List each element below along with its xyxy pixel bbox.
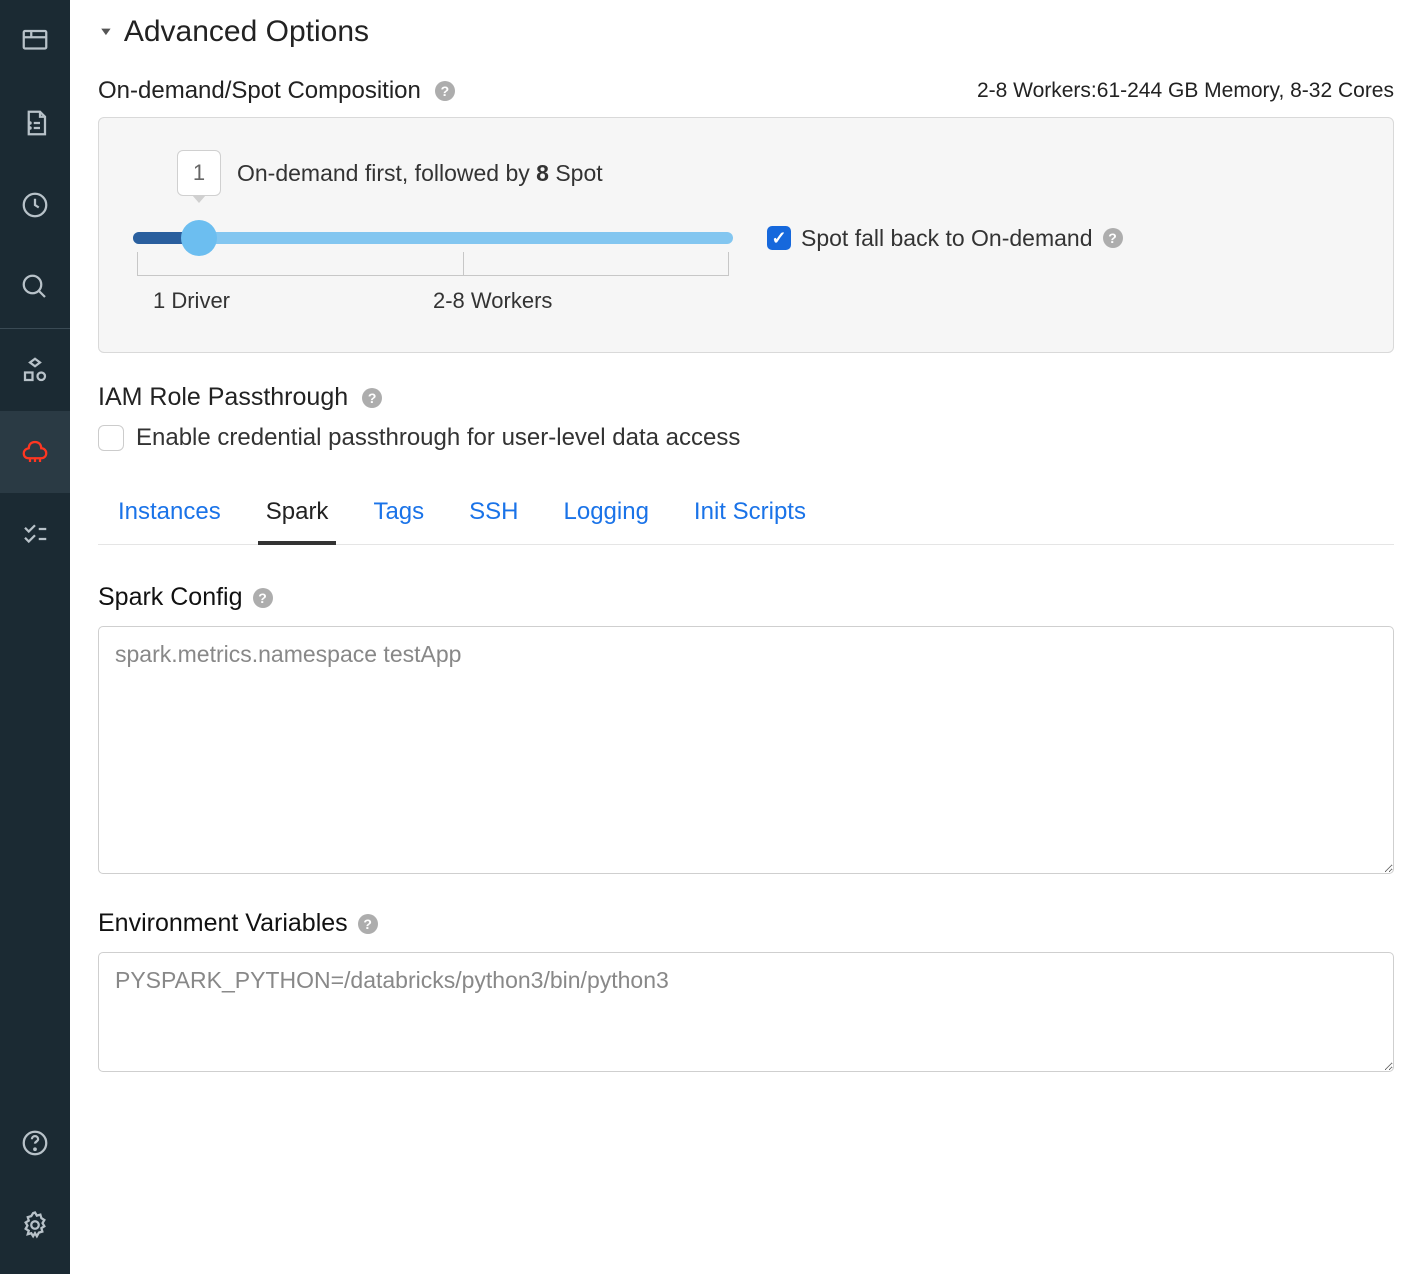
sidebar-item-compute[interactable]	[0, 411, 70, 493]
compute-icon	[20, 437, 50, 467]
sidebar-item-data[interactable]	[0, 82, 70, 164]
help-icon[interactable]: ?	[253, 588, 273, 608]
clock-icon	[20, 190, 50, 220]
spark-config-label: Spark Config	[98, 583, 243, 612]
data-icon	[20, 108, 50, 138]
env-vars-label-row: Environment Variables ?	[98, 909, 1394, 938]
search-icon	[20, 272, 50, 302]
tick-mid	[463, 252, 464, 275]
jobs-icon	[20, 519, 50, 549]
workspace-icon	[20, 26, 50, 56]
slider-thumb[interactable]	[181, 220, 217, 256]
slider-track[interactable]	[133, 230, 733, 246]
help-icon	[20, 1128, 50, 1158]
sidebar	[0, 0, 70, 1274]
sidebar-item-models[interactable]	[0, 329, 70, 411]
help-icon[interactable]: ?	[1103, 228, 1123, 248]
models-icon	[20, 355, 50, 385]
caption-text: On-demand first, followed by 8 Spot	[237, 160, 603, 187]
env-vars-label: Environment Variables	[98, 909, 348, 938]
iam-section: IAM Role Passthrough ? Enable credential…	[98, 383, 1394, 452]
help-icon[interactable]: ?	[358, 914, 378, 934]
gear-icon	[20, 1210, 50, 1240]
slider-track-bg	[133, 232, 733, 244]
sidebar-item-help[interactable]	[0, 1102, 70, 1184]
help-icon[interactable]: ?	[362, 388, 382, 408]
tick-driver-label: 1 Driver	[153, 288, 433, 314]
tab-spark[interactable]: Spark	[266, 484, 329, 544]
iam-checkbox-label: Enable credential passthrough for user-l…	[136, 424, 740, 452]
spark-config-label-row: Spark Config ?	[98, 583, 1394, 612]
tick-workers-label: 2-8 Workers	[433, 288, 552, 314]
worker-summary: 2-8 Workers:61-244 GB Memory, 8-32 Cores	[977, 79, 1394, 103]
spark-config-textarea[interactable]	[98, 626, 1394, 874]
sidebar-item-search[interactable]	[0, 246, 70, 328]
spark-config-section: Spark Config ?	[98, 583, 1394, 879]
sidebar-item-recents[interactable]	[0, 164, 70, 246]
sidebar-bottom	[0, 1102, 70, 1274]
ondemand-count-box: 1	[177, 150, 221, 196]
composition-label: On-demand/Spot Composition	[98, 77, 421, 105]
tab-logging[interactable]: Logging	[564, 484, 649, 544]
iam-label: IAM Role Passthrough	[98, 383, 348, 412]
slider-area: 1 On-demand first, followed by 8 Spot 1 …	[133, 150, 733, 314]
help-icon[interactable]: ?	[435, 81, 455, 101]
composition-label-row: On-demand/Spot Composition ? 2-8 Workers…	[98, 77, 1394, 105]
tick-labels: 1 Driver 2-8 Workers	[133, 288, 733, 314]
spot-fallback-row: Spot fall back to On-demand ?	[767, 225, 1123, 252]
tab-init-scripts[interactable]: Init Scripts	[694, 484, 806, 544]
iam-checkbox-row: Enable credential passthrough for user-l…	[98, 424, 1394, 452]
tab-tags[interactable]: Tags	[373, 484, 424, 544]
caret-down-icon: ▼	[98, 26, 114, 39]
composition-label-group: On-demand/Spot Composition ?	[98, 77, 455, 105]
sidebar-item-workspace[interactable]	[0, 0, 70, 82]
sidebar-item-jobs[interactable]	[0, 493, 70, 575]
composition-panel: 1 On-demand first, followed by 8 Spot 1 …	[98, 117, 1394, 353]
config-tabs: Instances Spark Tags SSH Logging Init Sc…	[98, 484, 1394, 545]
slider-caption: 1 On-demand first, followed by 8 Spot	[177, 150, 733, 196]
spot-fallback-checkbox[interactable]	[767, 226, 791, 250]
tab-instances[interactable]: Instances	[118, 484, 221, 544]
sidebar-item-settings[interactable]	[0, 1184, 70, 1266]
section-title: Advanced Options	[124, 15, 369, 49]
env-vars-textarea[interactable]	[98, 952, 1394, 1072]
env-vars-section: Environment Variables ?	[98, 909, 1394, 1077]
iam-header: IAM Role Passthrough ?	[98, 383, 1394, 412]
spot-fallback-label: Spot fall back to On-demand	[801, 225, 1093, 252]
main-content: ▼ Advanced Options On-demand/Spot Compos…	[70, 0, 1422, 1274]
iam-passthrough-checkbox[interactable]	[98, 425, 124, 451]
tab-ssh[interactable]: SSH	[469, 484, 518, 544]
advanced-options-header[interactable]: ▼ Advanced Options	[98, 15, 1394, 49]
slider-ticks	[137, 252, 729, 276]
